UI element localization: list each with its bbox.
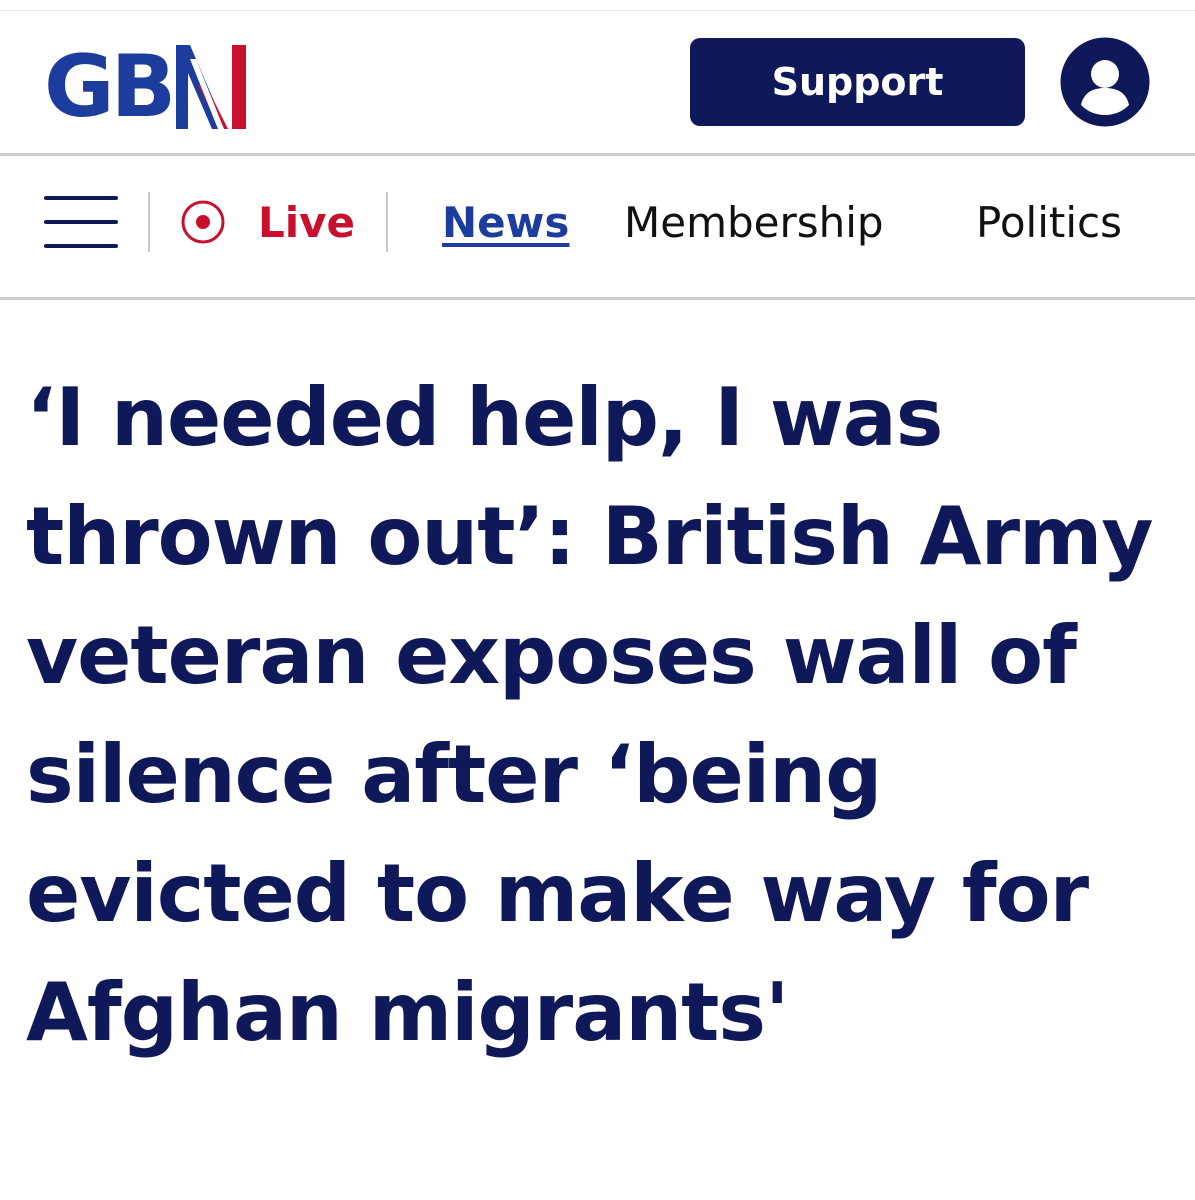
account-button[interactable]	[1060, 37, 1150, 127]
article-headline: ‘I needed help, I was thrown out’: Briti…	[26, 371, 1154, 1059]
nav-separator	[386, 192, 388, 252]
logo-gb: GB	[44, 37, 176, 137]
menu-bar-top	[44, 196, 118, 200]
support-button[interactable]: Support	[690, 38, 1025, 126]
gbnews-logo[interactable]: GB	[44, 37, 299, 137]
menu-bar-bottom	[44, 244, 118, 248]
live-icon	[181, 200, 225, 244]
main-nav: Live News Membership Politics	[0, 156, 1195, 298]
top-edge	[0, 0, 1195, 11]
nav-item-politics[interactable]: Politics	[976, 192, 1122, 252]
nav-item-membership[interactable]: Membership	[624, 192, 884, 252]
nav-divider	[0, 297, 1195, 300]
user-icon	[1060, 37, 1150, 127]
live-link[interactable]: Live	[180, 192, 355, 252]
nav-item-news[interactable]: News	[442, 192, 569, 252]
nav-separator	[148, 192, 150, 252]
menu-icon[interactable]	[44, 192, 118, 252]
menu-bar-middle	[44, 220, 118, 224]
logo-n-mark	[176, 45, 254, 129]
live-label: Live	[258, 197, 356, 247]
logo-n-icon	[176, 45, 247, 129]
site-header: GB Support	[0, 11, 1195, 154]
